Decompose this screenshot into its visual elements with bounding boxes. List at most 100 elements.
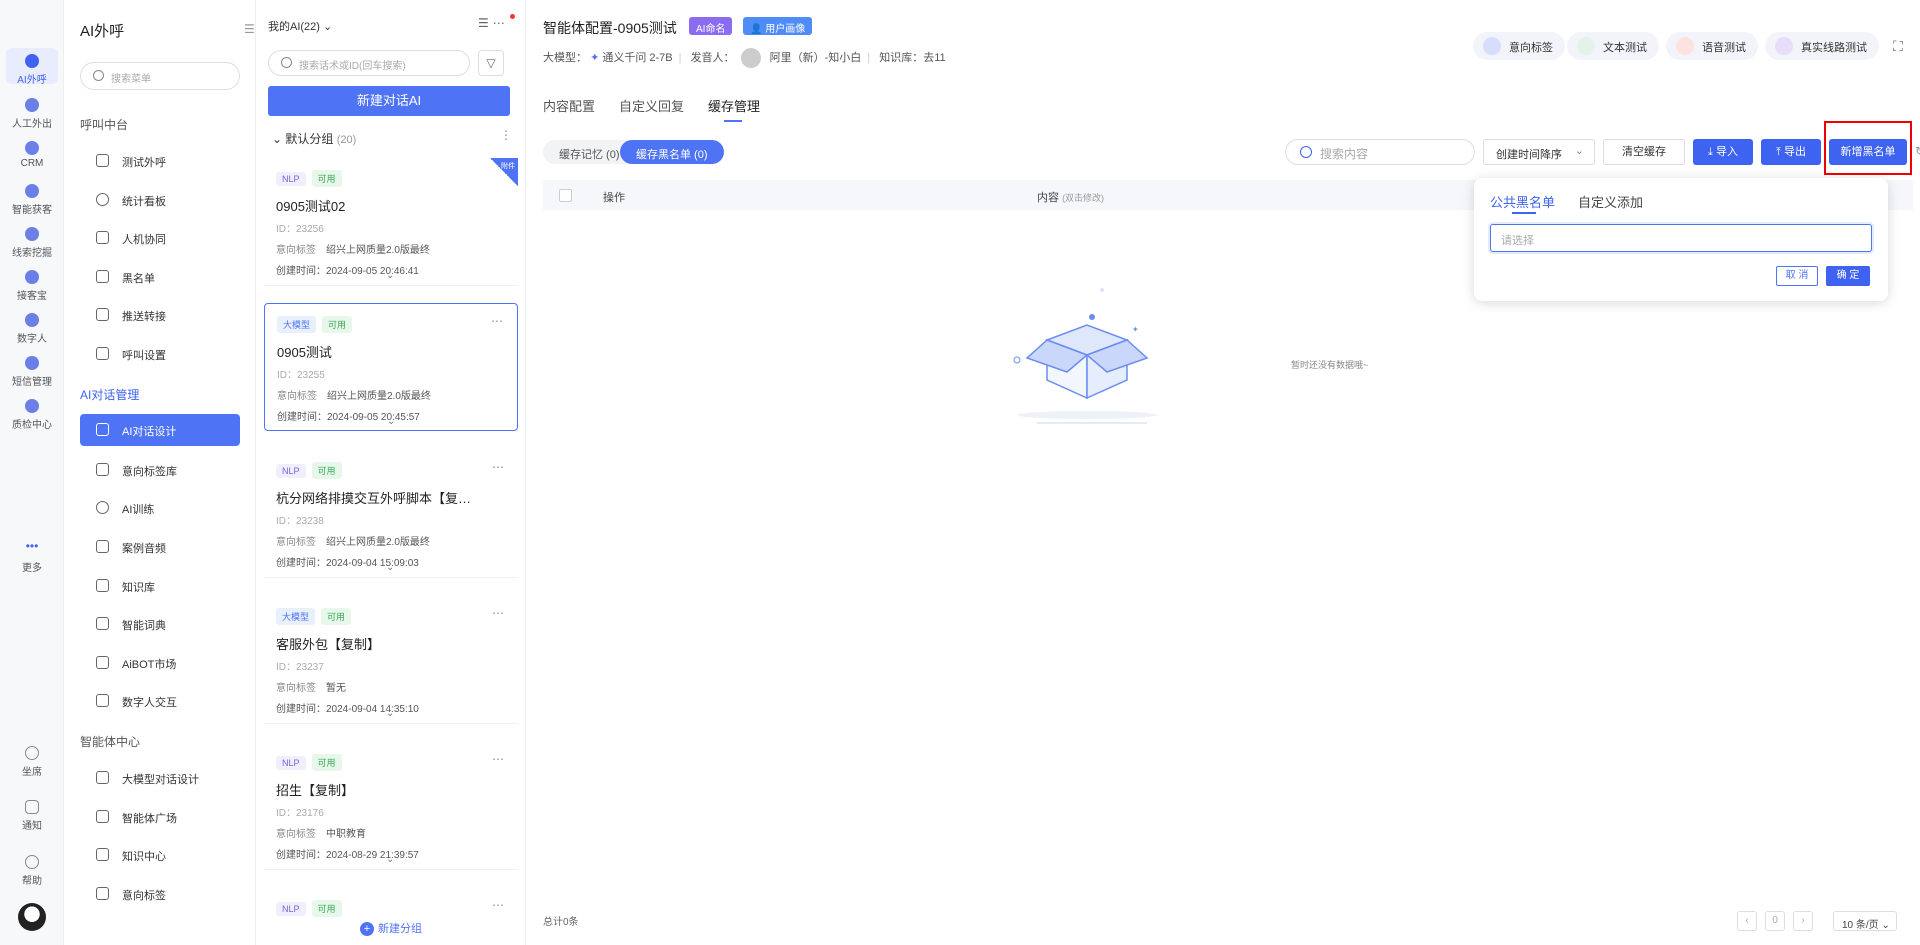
menu-item-dictionary[interactable]: 智能词典 bbox=[80, 608, 240, 640]
menu-item-stats[interactable]: 统计看板 bbox=[80, 184, 240, 216]
expand-chevron-icon[interactable]: ⌄ bbox=[386, 708, 394, 719]
page-number[interactable]: 0 bbox=[1765, 911, 1785, 931]
menu-item-intent-tag[interactable]: 意向标签 bbox=[80, 878, 240, 910]
rail-item-seat[interactable]: 坐席 bbox=[0, 746, 64, 778]
rail-item-digital-human[interactable]: 数字人 bbox=[0, 313, 64, 345]
menu-item-human-ai[interactable]: 人机协同 bbox=[80, 222, 240, 254]
rail-item-notify[interactable]: 通知 bbox=[0, 800, 64, 832]
tab-custom-reply[interactable]: 自定义回复 bbox=[619, 99, 684, 114]
tag-icon bbox=[96, 887, 109, 900]
fullscreen-icon[interactable]: ⛶ bbox=[1893, 38, 1903, 55]
menu-item-transfer[interactable]: 推送转接 bbox=[80, 299, 240, 331]
select-all-checkbox[interactable] bbox=[559, 189, 572, 202]
ai-card[interactable]: ⋯ 大模型 可用 客服外包【复制】 ID：23237 意向标签 暂无 创建时间：20… bbox=[264, 596, 518, 724]
card-more-icon[interactable]: ⋯ bbox=[492, 606, 504, 620]
my-ai-dropdown[interactable]: 我的AI(22) ⌄ bbox=[268, 18, 332, 34]
menu-item-knowledge-center[interactable]: 知识中心 bbox=[80, 839, 240, 871]
more-icon[interactable]: ⋯ bbox=[493, 16, 509, 30]
ai-naming-badge[interactable]: AI命名 bbox=[689, 17, 733, 35]
sort-select[interactable]: 创建时间降序 ⌄ bbox=[1483, 139, 1595, 165]
card-more-icon[interactable]: ⋯ bbox=[492, 898, 504, 912]
chat-icon bbox=[96, 501, 109, 514]
menu-item-aibot-market[interactable]: AiBOT市场 bbox=[80, 647, 240, 679]
rail-item-more[interactable]: ••• 更多 bbox=[0, 540, 64, 574]
ai-card[interactable]: ⋯ NLP 可用 bbox=[264, 888, 518, 917]
phone-icon bbox=[96, 154, 109, 167]
menu-item-knowledge[interactable]: 知识库 bbox=[80, 570, 240, 602]
add-blacklist-popover: 公共黑名单 自定义添加 请选择 取 消 确 定 bbox=[1474, 178, 1888, 301]
expand-chevron-icon[interactable]: ⌄ bbox=[386, 270, 394, 281]
refresh-icon[interactable]: ↻ bbox=[1915, 144, 1920, 158]
group-more-icon[interactable]: ⋮ bbox=[500, 128, 512, 142]
type-tag: NLP bbox=[276, 902, 306, 916]
card-title: 客服外包【复制】 bbox=[276, 637, 381, 652]
filter-button[interactable]: ▽ bbox=[478, 50, 504, 76]
menu-item-llm-design[interactable]: 大模型对话设计 bbox=[80, 762, 240, 794]
ai-card[interactable]: ⋯ NLP 可用 招生【复制】 ID：23176 意向标签 中职教育 创建时间：20… bbox=[264, 742, 518, 870]
prev-page-button[interactable]: ‹ bbox=[1737, 911, 1757, 931]
rail-item-reception[interactable]: 接客宝 bbox=[0, 270, 64, 302]
next-page-button[interactable]: › bbox=[1793, 911, 1813, 931]
menu-item-intent-tags[interactable]: 意向标签库 bbox=[80, 454, 240, 486]
ai-card-selected[interactable]: ⋯ 大模型 可用 0905测试 ID：23255 意向标签 绍兴上网质量2.0版最终… bbox=[264, 303, 518, 431]
collapse-menu-icon[interactable]: ☰ bbox=[244, 22, 255, 36]
rail-item-help[interactable]: 帮助 bbox=[0, 855, 64, 887]
tab-public-blacklist[interactable]: 公共黑名单 bbox=[1490, 192, 1555, 211]
menu-item-ai-training[interactable]: AI训练 bbox=[80, 492, 240, 524]
rail-item-leads[interactable]: 线索挖掘 bbox=[0, 227, 64, 259]
tag-icon bbox=[1483, 37, 1501, 55]
rail-item-manual[interactable]: 人工外出 bbox=[0, 98, 64, 130]
real-line-test-button[interactable]: 真实线路测试 bbox=[1765, 32, 1879, 60]
new-dialog-ai-button[interactable]: 新建对话AI bbox=[268, 86, 510, 116]
expand-chevron-icon[interactable]: ⌄ bbox=[386, 854, 394, 865]
cache-blacklist-pill[interactable]: 缓存黑名单 (0) bbox=[620, 140, 724, 164]
confirm-button[interactable]: 确 定 bbox=[1826, 266, 1870, 286]
sort-icon[interactable]: ☰ bbox=[478, 16, 493, 30]
page-size-select[interactable]: 10 条/页 ⌄ bbox=[1833, 911, 1897, 931]
tab-custom-add[interactable]: 自定义添加 bbox=[1578, 192, 1643, 211]
voice-test-button[interactable]: 语音测试 bbox=[1666, 32, 1758, 60]
add-group-button[interactable]: + 新建分组 bbox=[256, 920, 526, 936]
blacklist-select-input[interactable]: 请选择 bbox=[1490, 224, 1872, 252]
card-more-icon[interactable]: ⋯ bbox=[492, 752, 504, 766]
text-test-button[interactable]: 文本测试 bbox=[1567, 32, 1659, 60]
menu-item-agent-plaza[interactable]: 智能体广场 bbox=[80, 801, 240, 833]
cancel-button[interactable]: 取 消 bbox=[1776, 266, 1818, 286]
menu-item-test-call[interactable]: 测试外呼 bbox=[80, 145, 240, 177]
export-button[interactable]: ⤒ 导出 bbox=[1761, 139, 1821, 165]
clear-cache-button[interactable]: 清空缓存 bbox=[1603, 139, 1685, 165]
left-rail: AI外呼 人工外出 CRM 智能获客 线索挖掘 接客宝 数字人 短信管理 质检中… bbox=[0, 0, 64, 945]
intent-tag-button[interactable]: 意向标签 bbox=[1473, 32, 1565, 60]
menu-item-digital-interact[interactable]: 数字人交互 bbox=[80, 685, 240, 717]
rail-item-qc[interactable]: 质检中心 bbox=[0, 399, 64, 431]
user-profile-badge[interactable]: 👤 用户画像 bbox=[743, 17, 813, 35]
import-button[interactable]: ⤓ 导入 bbox=[1693, 139, 1753, 165]
card-more-icon[interactable]: ⋯ bbox=[492, 460, 504, 474]
sidebar-menu: AI外呼 ☰ 搜索菜单 呼叫中台 测试外呼 统计看板 人机协同 黑名单 推送转接… bbox=[64, 0, 256, 945]
card-title: 杭分网络排摸交互外呼脚本【复制】 bbox=[276, 491, 476, 506]
menu-item-blacklist[interactable]: 黑名单 bbox=[80, 261, 240, 293]
type-tag: NLP bbox=[276, 756, 306, 770]
rail-item-sms[interactable]: 短信管理 bbox=[0, 356, 64, 388]
tab-content-config[interactable]: 内容配置 bbox=[543, 99, 595, 114]
menu-search-input[interactable]: 搜索菜单 bbox=[80, 62, 240, 90]
expand-chevron-icon[interactable]: ⌄ bbox=[387, 416, 395, 427]
ai-card[interactable]: ⋯ NLP 可用 杭分网络排摸交互外呼脚本【复制】 ID：23238 意向标签 绍兴… bbox=[264, 450, 518, 578]
menu-item-case-audio[interactable]: 案例音频 bbox=[80, 531, 240, 563]
rail-item-acquire[interactable]: 智能获客 bbox=[0, 184, 64, 216]
sliders-icon bbox=[96, 347, 109, 360]
content-search-input[interactable]: 搜索内容 bbox=[1285, 139, 1475, 165]
menu-item-ai-dialog-design[interactable]: AI对话设计 bbox=[80, 414, 240, 446]
ai-card[interactable]: 附件 NLP 可用 0905测试02 ID：23256 意向标签 绍兴上网质量2.0… bbox=[264, 158, 518, 286]
user-avatar[interactable] bbox=[18, 903, 46, 931]
total-count: 总计0条 bbox=[543, 917, 579, 928]
rail-item-ai-call[interactable]: AI外呼 bbox=[6, 48, 58, 86]
menu-item-call-settings[interactable]: 呼叫设置 bbox=[80, 338, 240, 370]
rail-item-crm[interactable]: CRM bbox=[0, 141, 64, 169]
ai-search-input[interactable]: 搜索话术或ID(回车搜索) bbox=[268, 50, 470, 76]
card-more-icon[interactable]: ⋯ bbox=[491, 314, 503, 328]
expand-chevron-icon[interactable]: ⌄ bbox=[386, 562, 394, 573]
group-header[interactable]: ⌄ 默认分组 (20) bbox=[272, 130, 356, 147]
tab-cache-management[interactable]: 缓存管理 bbox=[708, 99, 760, 114]
type-tag: 大模型 bbox=[276, 608, 316, 625]
